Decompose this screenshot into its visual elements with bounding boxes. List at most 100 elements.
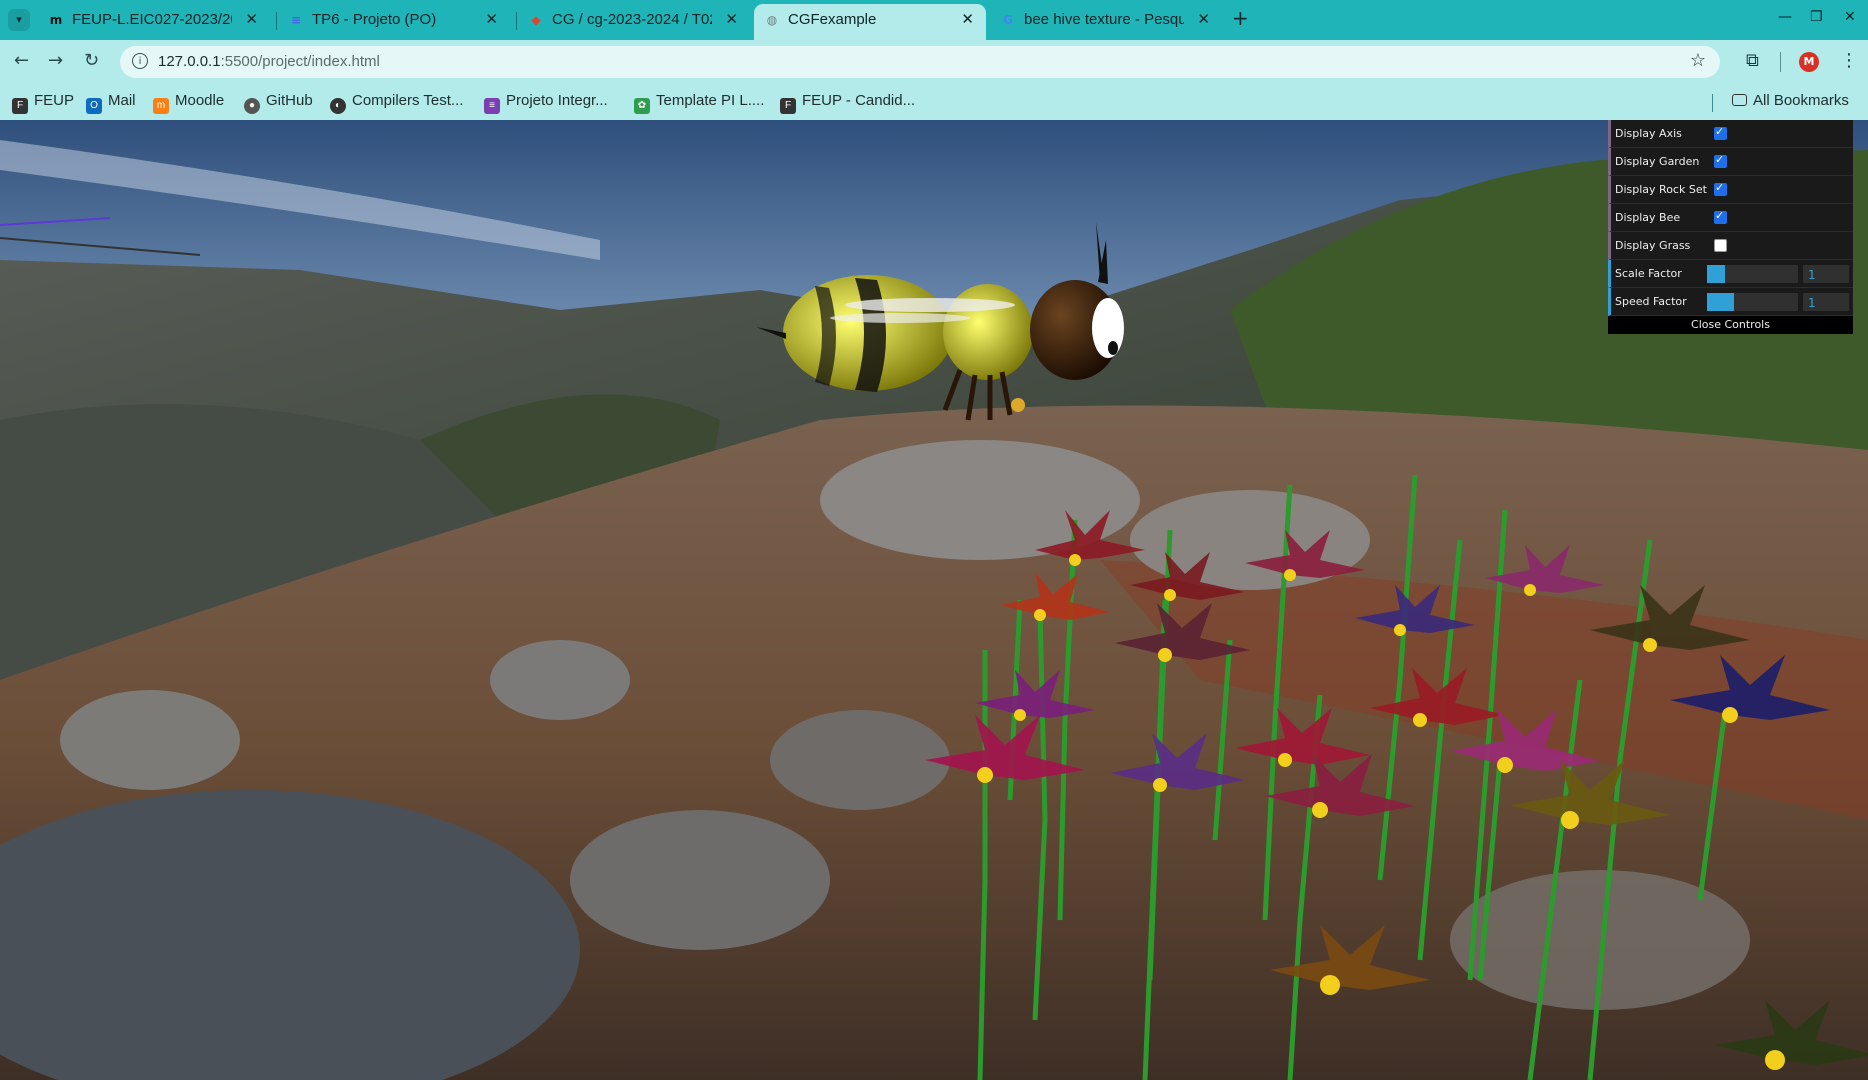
- bookmark-label: FEUP: [34, 92, 75, 109]
- bookmark-label: GitHub: [266, 92, 313, 109]
- moodle-icon: m: [49, 13, 63, 27]
- close-icon[interactable]: ✕: [245, 10, 258, 28]
- tab-search-chevron-icon[interactable]: ▾: [8, 9, 30, 31]
- list-icon: ≡: [484, 98, 500, 114]
- bookmark-label: FEUP - Candid...: [802, 92, 916, 109]
- close-icon[interactable]: ✕: [725, 10, 738, 28]
- bookmark-feup[interactable]: F FEUP: [12, 92, 75, 114]
- control-display-axis: Display Axis: [1608, 120, 1853, 148]
- speed-factor-slider[interactable]: [1707, 293, 1798, 311]
- back-arrow-icon[interactable]: ←: [14, 50, 29, 71]
- display-rock-set-checkbox[interactable]: [1714, 181, 1727, 196]
- close-icon[interactable]: ✕: [1197, 10, 1210, 28]
- bookmark-star-icon[interactable]: ☆: [1690, 50, 1706, 71]
- forward-arrow-icon[interactable]: →: [48, 50, 63, 71]
- tab-cgfexample[interactable]: ◍ CGFexample ✕: [754, 4, 986, 40]
- bookmark-feup-candid[interactable]: F FEUP - Candid...: [780, 92, 916, 114]
- url-host: 127.0.0.1: [158, 53, 221, 70]
- site-info-icon[interactable]: i: [132, 53, 148, 69]
- extensions-puzzle-icon[interactable]: ⧉: [1746, 50, 1759, 71]
- tab-separator: [516, 12, 517, 30]
- scale-factor-slider[interactable]: [1707, 265, 1798, 283]
- tab-title: TP6 - Projeto (PO): [312, 11, 437, 28]
- tab-title: CGFexample: [788, 11, 877, 28]
- close-icon[interactable]: ✕: [961, 10, 974, 28]
- compilers-icon: ◐: [330, 98, 346, 114]
- bookmarks-divider: [1712, 94, 1713, 112]
- profile-avatar[interactable]: M: [1799, 52, 1819, 72]
- doc-icon: ≡: [290, 13, 302, 27]
- speed-factor-input[interactable]: 1: [1803, 293, 1849, 311]
- controls-panel: Display Axis Display Garden Display Rock…: [1608, 120, 1853, 334]
- feup-icon: F: [12, 98, 28, 114]
- display-bee-checkbox[interactable]: [1714, 209, 1727, 224]
- menu-kebab-icon[interactable]: ⋮: [1840, 50, 1858, 71]
- close-controls-button[interactable]: Close Controls: [1608, 316, 1853, 334]
- github-icon: ●: [244, 98, 260, 114]
- scale-factor-input[interactable]: 1: [1803, 265, 1849, 283]
- tab-title: FEUP-L.EIC027-2023/202: [72, 11, 232, 28]
- control-label: Display Grass: [1615, 239, 1691, 252]
- control-label: Display Garden: [1615, 155, 1700, 168]
- bookmark-label: Moodle: [175, 92, 225, 109]
- globe-icon: ◍: [766, 13, 778, 27]
- control-speed-factor: Speed Factor 1: [1608, 288, 1853, 316]
- tab-strip: ▾ m FEUP-L.EIC027-2023/202 ✕ ≡ TP6 - Pro…: [0, 0, 1868, 40]
- tab-title: bee hive texture - Pesqu: [1024, 11, 1184, 28]
- bookmark-github[interactable]: ● GitHub: [244, 92, 313, 114]
- control-display-rock-set: Display Rock Set: [1608, 176, 1853, 204]
- window-close-icon[interactable]: ✕: [1844, 9, 1856, 25]
- control-label: Speed Factor: [1615, 295, 1687, 308]
- bookmarks-bar: F FEUP O Mail m Moodle ● GitHub ◐ Compilers T…: [0, 84, 1868, 120]
- toolbar-divider: [1780, 52, 1781, 72]
- feup-icon: F: [780, 98, 796, 114]
- folder-icon: [1732, 94, 1747, 106]
- bookmark-label: Template PI L....: [656, 92, 765, 109]
- tab-gitlab[interactable]: ◆ CG / cg-2023-2024 / T02 ✕: [518, 4, 750, 36]
- control-display-bee: Display Bee: [1608, 204, 1853, 232]
- webgl-canvas[interactable]: [0, 120, 1868, 1080]
- control-display-garden: Display Garden: [1608, 148, 1853, 176]
- bookmark-compilers-test[interactable]: ◐ Compilers Test...: [330, 92, 464, 114]
- restore-icon[interactable]: ❐: [1810, 9, 1823, 25]
- tab-google-search[interactable]: G bee hive texture - Pesqu ✕: [990, 4, 1222, 36]
- tab-title: CG / cg-2023-2024 / T02: [552, 11, 712, 28]
- address-bar[interactable]: i 127.0.0.1:5500/project/index.html ☆: [120, 46, 1720, 78]
- google-icon: G: [1003, 13, 1013, 27]
- all-bookmarks-folder[interactable]: All Bookmarks: [1732, 92, 1849, 112]
- reload-icon[interactable]: ↻: [84, 50, 99, 71]
- control-scale-factor: Scale Factor 1: [1608, 260, 1853, 288]
- outlook-icon: O: [86, 98, 102, 114]
- control-label: Display Axis: [1615, 127, 1682, 140]
- bookmark-label: Mail: [108, 92, 136, 109]
- tab-tp6-projeto[interactable]: ≡ TP6 - Projeto (PO) ✕: [278, 4, 510, 36]
- slider-fill: [1707, 293, 1735, 311]
- all-bookmarks-label: All Bookmarks: [1753, 92, 1849, 109]
- gitlab-icon: ◆: [531, 13, 541, 27]
- new-tab-plus-icon[interactable]: +: [1232, 6, 1249, 30]
- control-label: Display Bee: [1615, 211, 1681, 224]
- display-axis-checkbox[interactable]: [1714, 125, 1727, 140]
- leaf-icon: ✿: [634, 98, 650, 114]
- control-label: Display Rock Set: [1615, 183, 1707, 196]
- bookmark-label: Compilers Test...: [352, 92, 464, 109]
- bookmark-template-pi[interactable]: ✿ Template PI L....: [634, 92, 765, 114]
- tab-separator: [276, 12, 277, 30]
- bookmark-label: Projeto Integr...: [506, 92, 608, 109]
- close-icon[interactable]: ✕: [485, 10, 498, 28]
- browser-toolbar: ← → ↻ i 127.0.0.1:5500/project/index.htm…: [0, 40, 1868, 84]
- display-garden-checkbox[interactable]: [1714, 153, 1727, 168]
- control-label: Scale Factor: [1615, 267, 1682, 280]
- bookmark-projeto-integr[interactable]: ≡ Projeto Integr...: [484, 92, 608, 114]
- url-text: 127.0.0.1:5500/project/index.html: [158, 53, 380, 70]
- moodle-icon: m: [153, 98, 169, 114]
- bookmark-mail[interactable]: O Mail: [86, 92, 136, 114]
- tab-feup-moodle[interactable]: m FEUP-L.EIC027-2023/202 ✕: [38, 4, 270, 36]
- display-grass-checkbox[interactable]: [1714, 239, 1727, 252]
- url-path: :5500/project/index.html: [220, 53, 380, 70]
- control-display-grass: Display Grass: [1608, 232, 1853, 260]
- slider-fill: [1707, 265, 1726, 283]
- bookmark-moodle[interactable]: m Moodle: [153, 92, 225, 114]
- minimize-icon[interactable]: —: [1778, 9, 1792, 25]
- scene-render: [0, 120, 1868, 1080]
